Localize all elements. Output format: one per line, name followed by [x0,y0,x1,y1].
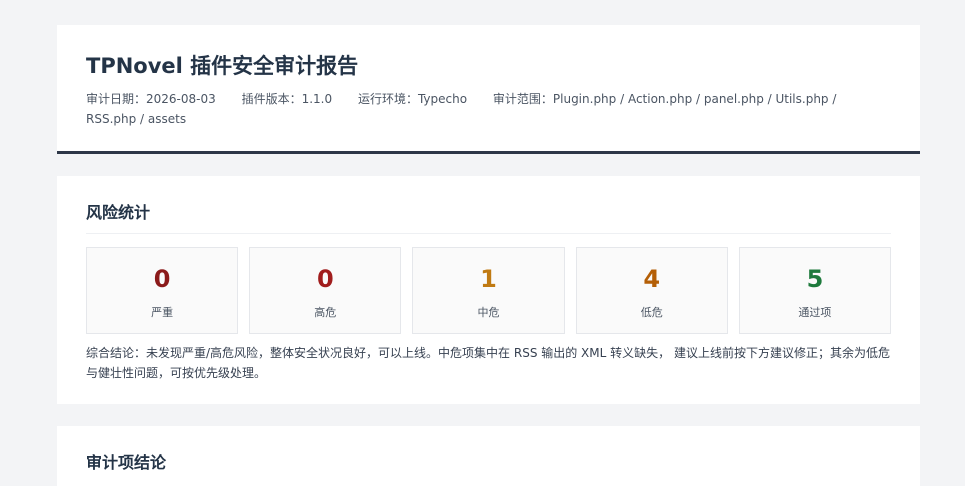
plugin-version: 插件版本：1.1.0 [241,92,333,106]
stat-label: 中危 [477,306,500,319]
report-header: TPNovel 插件安全审计报告 审计日期：2026-08-03 插件版本：1.… [57,25,920,154]
stat-value: 0 [316,265,334,293]
audit-conclusion-section: 审计项结论 [57,426,920,486]
risk-summary: 综合结论：未发现严重/高危风险，整体安全状况良好，可以上线。中危项集中在 RSS… [86,346,890,380]
stat-passed: 5 通过项 [738,247,892,334]
stats-row: 0 严重 0 高危 1 中危 4 低危 5 通过项 [86,247,892,334]
stat-label: 严重 [151,306,174,319]
stat-value: 0 [153,265,171,293]
stat-critical: 0 严重 [86,247,239,334]
stat-medium: 1 中危 [412,247,565,334]
page-title: TPNovel 插件安全审计报告 [86,54,359,78]
stat-label: 高危 [314,306,337,319]
stat-label: 通过项 [798,306,832,319]
stat-value: 5 [806,265,824,293]
stat-value: 4 [643,265,661,293]
stat-high: 0 高危 [249,247,402,334]
stat-value: 1 [480,265,497,293]
section-title-audit: 审计项结论 [86,453,167,472]
runtime-env: 运行环境：Typecho [357,92,468,106]
section-title-risk: 风险统计 [86,202,891,234]
audit-date: 审计日期：2026-08-03 [86,92,216,106]
stat-label: 低危 [640,306,663,319]
report-meta: 审计日期：2026-08-03 插件版本：1.1.0 运行环境：Typecho … [86,89,876,129]
stat-low: 4 低危 [575,247,728,334]
risk-stats-section: 风险统计 0 严重 0 高危 1 中危 4 低危 5 通过项 综合结论：未发现严… [57,176,920,404]
